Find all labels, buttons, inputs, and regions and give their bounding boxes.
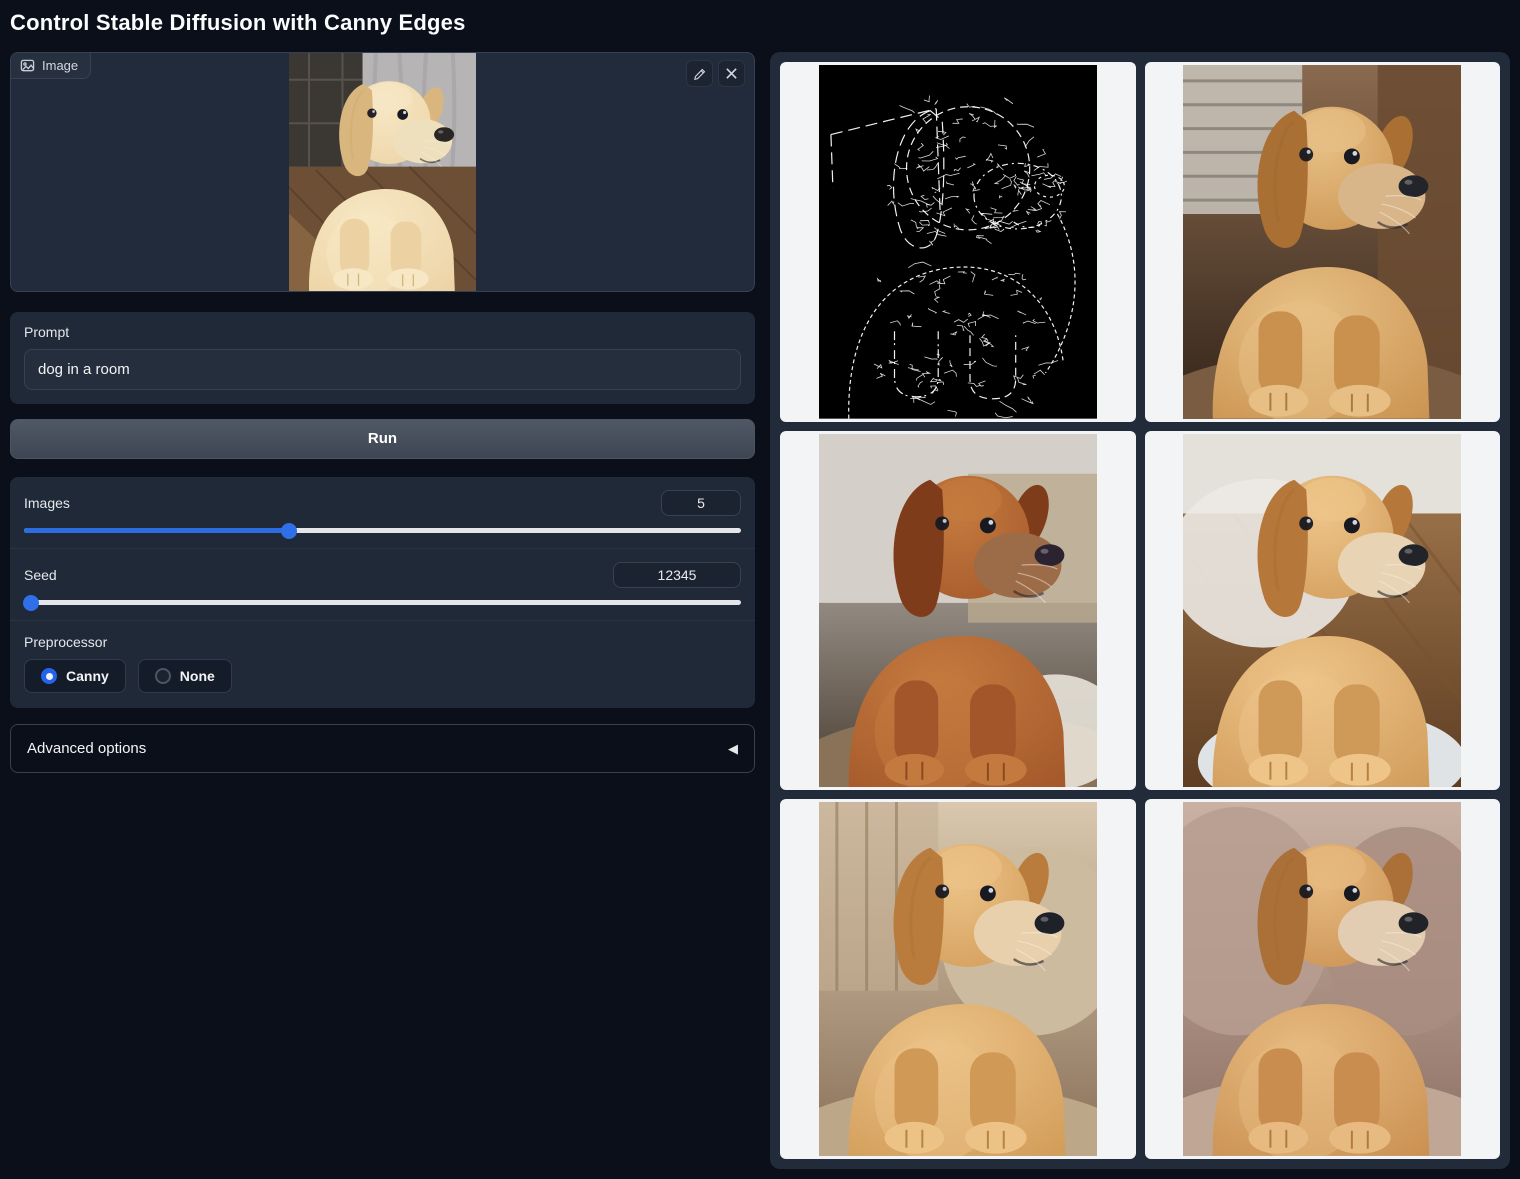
controls-group: Images Seed [10, 477, 755, 708]
left-column: Image [10, 52, 755, 773]
result-gallery [770, 52, 1510, 1169]
seed-number-input[interactable] [613, 562, 741, 588]
image-input-block: Image [10, 52, 755, 292]
seed-slider-handle[interactable] [23, 595, 39, 611]
image-label: Image [11, 53, 91, 79]
images-slider-fill [24, 528, 289, 533]
run-button[interactable]: Run [10, 419, 755, 459]
canny-edge-map [819, 65, 1097, 419]
main-layout: Image [10, 52, 1510, 1169]
radio-label-canny: Canny [66, 668, 109, 684]
dog-image-svg [1183, 802, 1461, 1156]
close-icon [725, 67, 738, 80]
generated-image-2 [819, 434, 1097, 788]
images-slider-label: Images [24, 495, 70, 511]
gallery-cell-canny-edge-map[interactable] [780, 62, 1136, 422]
images-number-input[interactable] [661, 490, 741, 516]
gallery-cell-generated-image-5[interactable] [1145, 799, 1501, 1159]
advanced-options-label: Advanced options [27, 740, 146, 757]
edge-map-svg [819, 65, 1097, 419]
radio-dot-canny [41, 668, 57, 684]
preprocessor-label: Preprocessor [24, 634, 741, 650]
gallery-cell-generated-image-2[interactable] [780, 431, 1136, 791]
gallery-cell-generated-image-3[interactable] [1145, 431, 1501, 791]
generated-image-3 [1183, 434, 1461, 788]
image-toolbar [686, 60, 745, 87]
generated-image-1 [1183, 65, 1461, 419]
prompt-input[interactable] [24, 349, 741, 390]
pencil-icon [693, 67, 707, 81]
preprocessor-radio-group: Canny None [24, 659, 741, 693]
page-title: Control Stable Diffusion with Canny Edge… [10, 10, 1510, 36]
radio-option-none[interactable]: None [138, 659, 232, 693]
images-slider-track[interactable] [24, 528, 741, 533]
clear-image-button[interactable] [718, 60, 745, 87]
seed-slider-track[interactable] [24, 600, 741, 605]
prompt-block: Prompt [10, 312, 755, 404]
dog-image-svg [819, 434, 1097, 788]
dog-image-svg [819, 802, 1097, 1156]
edit-image-button[interactable] [686, 60, 713, 87]
dog-image-svg [1183, 65, 1461, 419]
preprocessor-section: Preprocessor Canny None [10, 620, 755, 708]
generated-image-5 [1183, 802, 1461, 1156]
image-label-text: Image [42, 58, 78, 73]
images-slider-section: Images [10, 477, 755, 548]
dog-image-svg [289, 53, 476, 291]
seed-slider-fill [24, 600, 31, 605]
seed-slider-label: Seed [24, 567, 57, 583]
dog-image-svg [1183, 434, 1461, 788]
image-icon [20, 58, 35, 73]
radio-label-none: None [180, 668, 215, 684]
gallery-cell-generated-image-4[interactable] [780, 799, 1136, 1159]
radio-option-canny[interactable]: Canny [24, 659, 126, 693]
uploaded-image-preview[interactable] [11, 53, 754, 291]
seed-slider-section: Seed [10, 548, 755, 620]
app-page: Control Stable Diffusion with Canny Edge… [0, 0, 1520, 1179]
radio-dot-none [155, 668, 171, 684]
accordion-collapsed-arrow: ◀ [728, 741, 738, 757]
gallery-cell-generated-image-1[interactable] [1145, 62, 1501, 422]
generated-image-4 [819, 802, 1097, 1156]
prompt-label: Prompt [24, 324, 741, 340]
advanced-options-accordion[interactable]: Advanced options ◀ [10, 724, 755, 773]
images-slider-handle[interactable] [281, 523, 297, 539]
